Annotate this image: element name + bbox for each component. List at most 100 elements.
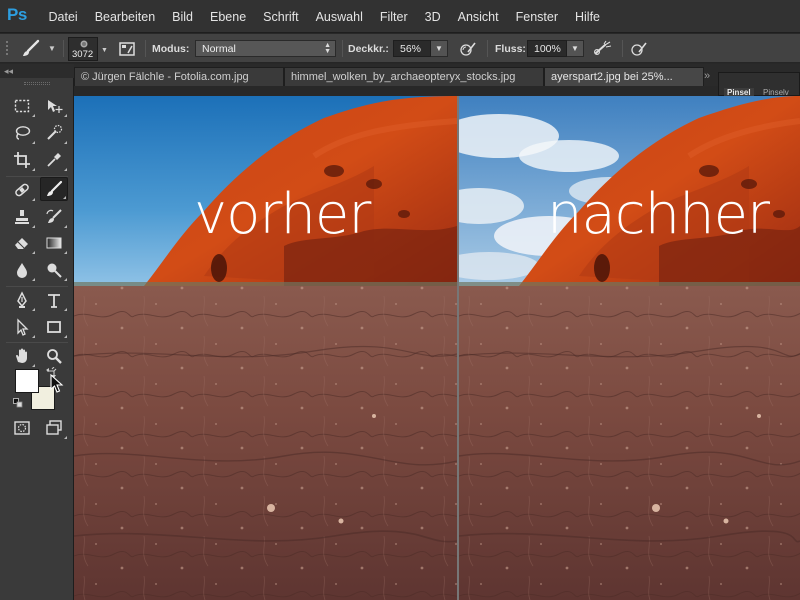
tool-move[interactable] xyxy=(40,94,68,118)
tool-quick-selection[interactable] xyxy=(40,121,68,145)
tool-path-selection[interactable] xyxy=(8,315,36,339)
menu-datei[interactable]: Datei xyxy=(49,10,78,24)
menu-ansicht[interactable]: Ansicht xyxy=(458,10,499,24)
opacity-dropdown-button[interactable]: ▼ xyxy=(431,40,448,57)
flow-control: Fluss: xyxy=(495,34,526,63)
pressure-opacity-button[interactable] xyxy=(459,34,481,63)
quick-mask-icon xyxy=(14,421,30,435)
screen-mode-icon xyxy=(46,420,62,435)
tool-preset-picker[interactable]: ▼ xyxy=(20,34,60,63)
tool-hand[interactable] xyxy=(8,344,36,368)
mode-select[interactable]: Normal ▲ ▼ xyxy=(195,34,337,63)
quick-selection-icon xyxy=(47,124,63,140)
tablet-pressure-icon xyxy=(460,42,476,56)
menu-bild[interactable]: Bild xyxy=(172,10,193,24)
stamp-icon xyxy=(15,210,29,224)
tool-lasso[interactable] xyxy=(8,121,36,145)
chevron-down-icon: ▼ xyxy=(571,44,579,53)
tool-dodge[interactable] xyxy=(40,258,68,282)
tool-gradient[interactable] xyxy=(40,231,68,255)
brush-size-value: 3072 xyxy=(72,48,94,60)
tool-type[interactable] xyxy=(40,288,68,312)
tool-spot-healing-brush[interactable] xyxy=(8,178,36,202)
tool-eyedropper[interactable] xyxy=(40,148,68,172)
tool-history-brush[interactable] xyxy=(40,205,68,229)
tool-pen[interactable] xyxy=(8,288,36,312)
document-tab-label: ayerspart2.jpg bei 25%... xyxy=(551,71,673,83)
brush-tip-icon xyxy=(80,40,88,47)
document-canvas[interactable]: vorher nachher xyxy=(74,96,800,600)
chevron-down-icon: ▼ xyxy=(435,44,443,53)
tool-clone-stamp[interactable] xyxy=(8,205,36,229)
tool-eraser[interactable] xyxy=(8,231,36,255)
mode-value: Normal xyxy=(202,42,236,55)
more-tabs-icon[interactable]: » xyxy=(704,70,710,82)
brush-panel-toggle[interactable] xyxy=(118,34,140,63)
brush-panel-icon xyxy=(119,41,135,56)
menu-fenster[interactable]: Fenster xyxy=(516,10,558,24)
type-icon xyxy=(48,294,60,308)
document-tab-1[interactable]: © Jürgen Fälchle - Fotolia.com.jpg xyxy=(74,67,284,86)
menu-ebene[interactable]: Ebene xyxy=(210,10,246,24)
opacity-label: Deckkr.: xyxy=(348,42,389,55)
after-image: nachher xyxy=(459,96,800,600)
flow-dropdown-button[interactable]: ▼ xyxy=(567,40,584,57)
menu-schrift[interactable]: Schrift xyxy=(263,10,298,24)
hand-icon xyxy=(16,348,27,363)
menu-3d[interactable]: 3D xyxy=(425,10,441,24)
updown-arrows-icon: ▲ ▼ xyxy=(324,41,331,55)
caption-after: nachher xyxy=(547,182,770,247)
document-tab-label: himmel_wolken_by_archaeopteryx_stocks.jp… xyxy=(291,71,516,83)
bandage-icon xyxy=(15,183,29,197)
menu-items: Datei Bearbeiten Bild Ebene Schrift Ausw… xyxy=(40,0,609,33)
flow-label: Fluss: xyxy=(495,42,526,55)
brush-icon xyxy=(23,39,40,56)
mode-label: Modus: xyxy=(152,42,190,55)
crop-icon xyxy=(14,152,30,168)
tools-panel-header: ◂◂ xyxy=(0,64,74,78)
water-drop-icon xyxy=(17,263,27,278)
menu-hilfe[interactable]: Hilfe xyxy=(575,10,600,24)
tool-rectangular-marquee[interactable] xyxy=(8,94,36,118)
chevron-down-icon: ▼ xyxy=(101,47,108,54)
mouse-pointer-icon xyxy=(50,374,64,393)
document-tab-3[interactable]: ayerspart2.jpg bei 25%... xyxy=(544,67,704,86)
caption-before: vorher xyxy=(194,182,371,247)
tool-rectangle[interactable] xyxy=(40,315,68,339)
quick-mask-button[interactable] xyxy=(8,416,36,440)
gradient-icon xyxy=(46,237,62,249)
screen-mode-button[interactable] xyxy=(40,416,68,440)
menu-auswahl[interactable]: Auswahl xyxy=(316,10,363,24)
airbrush-button[interactable] xyxy=(593,34,615,63)
pen-icon xyxy=(17,291,27,308)
options-bar: ▼ 3072 ▼ Modus: Normal ▲ ▼ Deckkr.: 56% … xyxy=(0,34,800,63)
rectangle-shape-icon xyxy=(47,321,61,333)
photoshop-logo: Ps xyxy=(7,5,27,24)
default-colors-icon[interactable] xyxy=(13,398,23,408)
tool-blur[interactable] xyxy=(8,258,36,282)
arrow-cursor-icon xyxy=(17,318,29,336)
floating-panel-header: Pinsel Pinselv xyxy=(718,72,800,97)
collapse-panel-icon[interactable]: ◂◂ xyxy=(4,66,13,76)
dodge-icon xyxy=(47,263,62,278)
opacity-control: Deckkr.: xyxy=(348,34,389,63)
foreground-color-swatch[interactable] xyxy=(15,369,39,393)
tool-brush[interactable] xyxy=(40,177,68,201)
document-tab-2[interactable]: himmel_wolken_by_archaeopteryx_stocks.jp… xyxy=(284,67,544,86)
pressure-size-button[interactable] xyxy=(630,34,652,63)
menu-filter[interactable]: Filter xyxy=(380,10,408,24)
document-tab-bar: © Jürgen Fälchle - Fotolia.com.jpg himme… xyxy=(74,64,800,86)
brush-size-picker[interactable]: 3072 ▼ xyxy=(68,34,108,63)
mode-control: Modus: xyxy=(152,34,189,63)
menu-bearbeiten[interactable]: Bearbeiten xyxy=(95,10,155,24)
chevron-down-icon: ▼ xyxy=(48,44,56,53)
eraser-icon xyxy=(15,238,28,249)
tool-zoom[interactable] xyxy=(40,344,68,368)
opacity-input[interactable]: 56% xyxy=(393,40,431,57)
tool-crop[interactable] xyxy=(8,148,36,172)
rectangular-marquee-icon xyxy=(14,99,30,113)
before-image: vorher xyxy=(74,96,457,600)
flow-input[interactable]: 100% xyxy=(527,40,567,57)
move-icon xyxy=(48,100,63,113)
tools-panel-grip[interactable] xyxy=(24,82,50,85)
